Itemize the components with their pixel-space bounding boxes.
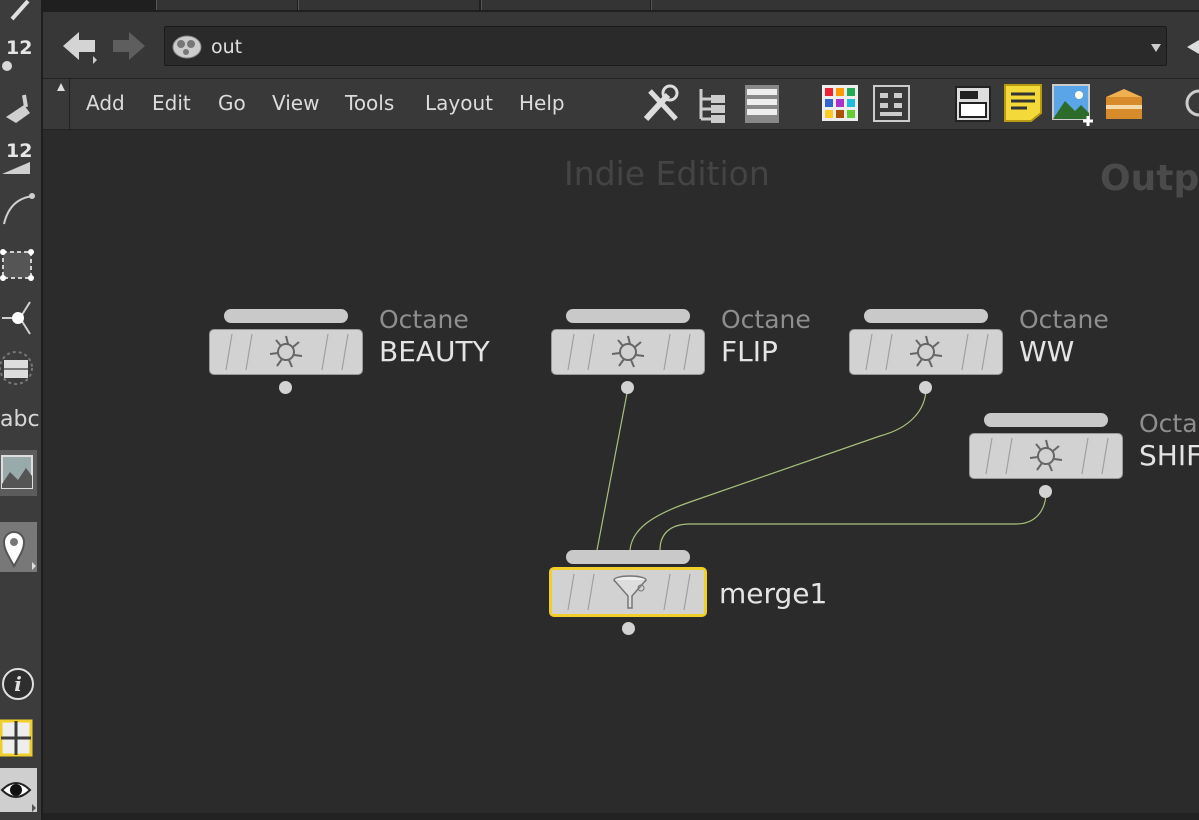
node-name-label[interactable]: SHIF <box>1139 439 1199 472</box>
node-name-label[interactable]: FLIP <box>721 335 778 368</box>
octane-node-ship[interactable]: Octa SHIF <box>969 409 1199 498</box>
shelf-toolbar: 12 12 abc i <box>0 0 43 820</box>
octane-node-flip[interactable]: Octane FLIP <box>551 305 811 394</box>
node-flag-bar[interactable] <box>984 413 1108 427</box>
primitive-number-label: 12 <box>6 140 33 162</box>
octane-render-icon <box>908 334 944 374</box>
pane-tab-strip <box>43 0 1199 12</box>
viewport-layout-icon[interactable] <box>0 717 34 759</box>
shape-palette-icon[interactable] <box>873 85 911 127</box>
transform-handle-icon[interactable] <box>0 296 38 336</box>
node-output-connector[interactable] <box>1039 485 1052 498</box>
network-box-icon[interactable] <box>954 85 992 127</box>
pen-tool-icon[interactable] <box>0 0 38 30</box>
menu-edit[interactable]: Edit <box>152 91 191 115</box>
tree-view-icon[interactable] <box>695 85 729 129</box>
info-icon[interactable]: i <box>0 664 38 704</box>
node-name-label[interactable]: BEAUTY <box>379 335 490 368</box>
group-select-icon[interactable] <box>0 348 38 388</box>
node-body[interactable] <box>849 329 1003 375</box>
sticky-note-icon[interactable] <box>1003 83 1043 127</box>
node-body-selected[interactable] <box>549 567 707 617</box>
pane-tab[interactable] <box>481 0 650 10</box>
menu-scroll-handle[interactable] <box>53 79 70 129</box>
bounding-box-icon[interactable] <box>0 244 38 284</box>
status-strip <box>43 813 1199 820</box>
menu-add[interactable]: Add <box>86 91 125 115</box>
node-body[interactable] <box>209 329 363 375</box>
curve-tool-icon[interactable] <box>0 188 38 228</box>
text-tool-label[interactable]: abc <box>0 407 40 432</box>
node-type-label: Octane <box>721 305 811 334</box>
background-image-icon[interactable] <box>1051 83 1095 131</box>
node-name-label[interactable]: merge1 <box>719 577 827 610</box>
edition-watermark: Indie Edition <box>564 154 770 193</box>
menu-help[interactable]: Help <box>519 91 565 115</box>
pane-tab[interactable] <box>156 0 297 10</box>
node-name-label[interactable]: WW <box>1019 335 1074 368</box>
node-type-label: Octane <box>1019 305 1109 334</box>
forward-arrow-icon[interactable] <box>109 26 149 66</box>
asset-box-icon[interactable] <box>1102 83 1146 127</box>
node-type-label: Octa <box>1139 409 1198 438</box>
search-icon[interactable] <box>1181 85 1199 127</box>
node-output-connector[interactable] <box>621 381 634 394</box>
menu-layout[interactable]: Layout <box>425 91 493 115</box>
network-path-field[interactable]: out <box>164 26 1167 66</box>
location-pin-icon[interactable] <box>0 522 37 572</box>
menu-view[interactable]: View <box>272 91 319 115</box>
octane-render-icon <box>268 334 304 374</box>
node-body[interactable] <box>969 433 1123 479</box>
back-arrow-icon[interactable] <box>59 26 99 66</box>
path-bar: out <box>43 12 1199 79</box>
node-body[interactable] <box>551 329 705 375</box>
octane-render-icon <box>1028 438 1064 478</box>
paint-brush-icon[interactable] <box>0 88 38 128</box>
node-flag-bar[interactable] <box>566 309 690 323</box>
menu-tools[interactable]: Tools <box>345 91 394 115</box>
context-watermark: Outp <box>1100 158 1199 199</box>
node-flag-bar[interactable] <box>566 550 690 564</box>
svg-text:i: i <box>14 672 22 696</box>
display-eye-icon[interactable] <box>0 768 37 812</box>
pane-tab[interactable] <box>298 0 479 10</box>
output-network-icon <box>171 32 205 60</box>
primitive-number-tool[interactable]: 12 <box>0 138 40 178</box>
funnel-icon <box>610 572 650 616</box>
path-value: out <box>211 36 243 58</box>
octane-render-icon <box>610 334 646 374</box>
node-flag-bar[interactable] <box>864 309 988 323</box>
node-output-connector[interactable] <box>622 622 635 635</box>
point-number-tool[interactable]: 12 <box>0 34 40 74</box>
color-palette-icon[interactable] <box>822 85 860 127</box>
pin-arrow-icon[interactable] <box>1181 30 1199 64</box>
path-dropdown-chevron-icon[interactable] <box>1150 39 1162 58</box>
list-view-icon[interactable] <box>743 83 783 129</box>
octane-node-ww[interactable]: Octane WW <box>849 305 1109 394</box>
menu-go[interactable]: Go <box>218 91 246 115</box>
wrench-tools-icon[interactable] <box>640 83 682 129</box>
node-flag-bar[interactable] <box>224 309 348 323</box>
node-type-label: Octane <box>379 305 469 334</box>
menu-bar: Add Edit Go View Tools Layout Help <box>43 79 1199 130</box>
node-output-connector[interactable] <box>279 381 292 394</box>
pane-tab[interactable] <box>651 0 1199 10</box>
octane-node-beauty[interactable]: Octane BEAUTY <box>209 305 490 394</box>
point-number-label: 12 <box>6 37 33 59</box>
image-display-icon[interactable] <box>0 450 37 496</box>
merge-node[interactable]: merge1 <box>549 550 827 635</box>
node-output-connector[interactable] <box>919 381 932 394</box>
